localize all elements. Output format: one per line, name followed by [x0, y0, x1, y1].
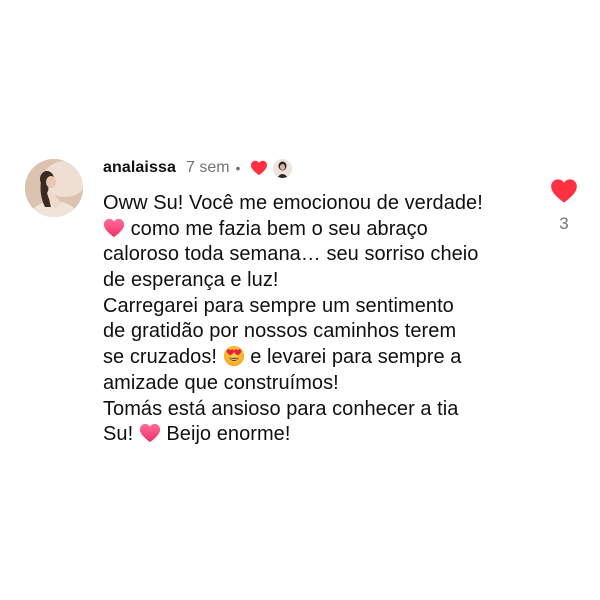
like-section: 3 — [548, 178, 580, 234]
avatar[interactable] — [25, 159, 83, 217]
comment-line-9: Tomás está ansioso para conhecer a tia — [103, 397, 543, 423]
comment-text: Oww Su! Você me emocionou de verdade! co… — [103, 191, 543, 448]
separator-dot: • — [235, 160, 241, 176]
comment-line-10: Su! Beijo enorme! — [103, 422, 543, 448]
comment-line-text: amizade que construímos! — [103, 371, 339, 394]
creator-avatar-photo — [273, 158, 293, 178]
avatar-photo — [25, 159, 83, 217]
comment: analaissa 7 sem • Oww Su! Você me emocio… — [0, 0, 600, 600]
comment-line-text: de esperança e luz! — [103, 269, 279, 292]
comment-line-6: de gratidão por nossos caminhos terem — [103, 319, 543, 345]
comment-line-3: caloroso toda semana… seu sorriso cheio — [103, 242, 543, 268]
creator-avatar — [273, 158, 293, 178]
pink-heart-emoji-icon — [139, 424, 160, 443]
comment-header: analaissa 7 sem • — [103, 157, 293, 179]
comment-line-text: como me fazia bem o seu abraço — [125, 217, 428, 240]
comment-line-text: Carregarei para sempre um sentimento — [103, 294, 454, 317]
comment-line-5: Carregarei para sempre um sentimento — [103, 294, 543, 320]
username[interactable]: analaissa — [103, 159, 176, 177]
heart-icon — [251, 160, 268, 176]
comment-line-text: caloroso toda semana… seu sorriso cheio — [103, 243, 479, 266]
like-count[interactable]: 3 — [548, 214, 580, 234]
comment-line-text: Oww Su! Você me emocionou de verdade! — [103, 192, 483, 214]
comment-line-2: como me fazia bem o seu abraço — [103, 217, 543, 243]
comment-line-7: se cruzados! e levarei para sempre a — [103, 345, 543, 371]
comment-line-text: Tomás está ansioso para conhecer a tia — [103, 397, 459, 420]
comment-line-4: de esperança e luz! — [103, 268, 543, 294]
comment-line-text: Su! — [103, 423, 139, 446]
heart-eyes-emoji-icon — [223, 346, 244, 367]
pink-heart-emoji-icon — [103, 218, 125, 237]
timestamp[interactable]: 7 sem — [186, 159, 230, 177]
heart-icon[interactable] — [550, 178, 578, 204]
comment-line-text-after: Beijo enorme! — [160, 423, 291, 446]
comment-line-text: se cruzados! — [103, 346, 223, 369]
comment-line-1: Oww Su! Você me emocionou de verdade! — [103, 191, 543, 217]
comment-line-8: amizade que construímos! — [103, 371, 543, 397]
comment-line-text-after: e levarei para sempre a — [244, 346, 462, 369]
comment-line-text: de gratidão por nossos caminhos terem — [103, 320, 457, 343]
